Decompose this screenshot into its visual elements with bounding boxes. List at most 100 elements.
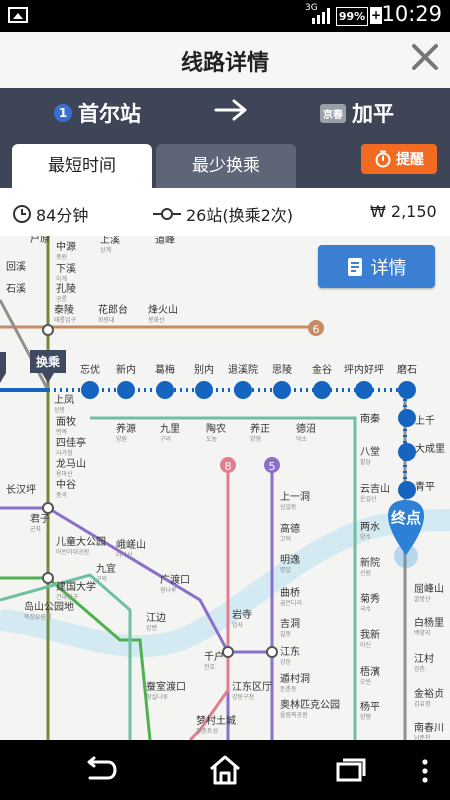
route-station-dot[interactable] xyxy=(398,443,416,461)
station-label[interactable]: 四佳亭 xyxy=(56,436,86,449)
station-label[interactable]: 屈峰山 xyxy=(414,583,444,595)
departure-station: 1 首尔站 xyxy=(54,98,141,128)
route-station-label: 思陵 xyxy=(272,364,292,376)
station-label[interactable]: 中源 xyxy=(56,240,76,253)
station-label[interactable]: 养源 xyxy=(116,422,136,435)
station-label[interactable]: 杨平 xyxy=(360,700,380,713)
station-label[interactable]: 奥林匹克公园 xyxy=(280,698,340,711)
station-label[interactable]: 两水 xyxy=(360,521,380,533)
station-label[interactable]: 下溪 xyxy=(56,263,76,275)
route-station-dot[interactable] xyxy=(398,481,416,499)
route-map-canvas[interactable]: 6 8 5 忘优 新内 葛梅 别内 退溪院 思陵 金谷 坪内好坪 磨石 户原中源중원 下溪하계孔陵공… xyxy=(0,236,450,740)
station-label[interactable]: 岩寺 xyxy=(232,608,252,621)
document-icon xyxy=(347,257,362,276)
station-label[interactable]: 新院 xyxy=(360,556,380,569)
station-sublabel: 상일동 xyxy=(280,503,297,511)
route-station-dot[interactable] xyxy=(398,381,416,399)
route-station-label: 退溪院 xyxy=(228,363,258,376)
detail-button[interactable]: 详情 xyxy=(318,245,435,288)
station-label[interactable]: 石溪 xyxy=(6,283,26,295)
station-label[interactable]: 九宜 xyxy=(96,562,116,575)
station-sublabel: 태릉입구 xyxy=(54,316,77,324)
station-label[interactable]: 面牧 xyxy=(56,415,76,428)
line-5-label: 5 xyxy=(269,460,276,473)
station-label[interactable]: 高德 xyxy=(280,522,300,535)
station-label[interactable]: 梦村土城 xyxy=(196,714,236,727)
route-station-dot[interactable] xyxy=(273,381,291,399)
remind-button[interactable]: 提醒 xyxy=(361,144,437,174)
station-label[interactable]: 建国大学 xyxy=(56,580,96,593)
station-label[interactable]: 蚕室渡口 xyxy=(146,680,186,693)
station-label[interactable]: 吉洞 xyxy=(280,618,300,630)
station-label[interactable]: 上凤 xyxy=(54,394,74,406)
station-label[interactable]: 上千 xyxy=(415,415,435,427)
route-station-dot[interactable] xyxy=(156,381,174,399)
station-label[interactable]: 回溪 xyxy=(6,261,26,273)
station-label[interactable]: 君子 xyxy=(30,513,50,525)
station-sublabel: 올림픽공원 xyxy=(280,711,308,719)
station-label[interactable]: 曲桥 xyxy=(280,587,300,599)
station-label[interactable]: 南秦 xyxy=(360,412,380,425)
station-label[interactable]: 岛山公园地 xyxy=(24,600,74,613)
close-icon[interactable] xyxy=(410,42,440,72)
station-label[interactable]: 泰陵 xyxy=(54,303,74,316)
station-label[interactable]: 峨嵯山 xyxy=(116,538,146,551)
route-station-dot[interactable] xyxy=(398,409,416,427)
station-label[interactable]: 上溪 xyxy=(100,236,120,246)
home-icon[interactable] xyxy=(208,754,242,786)
station-label[interactable]: 千户 xyxy=(204,650,224,663)
station-label[interactable]: 云吉山 xyxy=(360,483,390,495)
station-label[interactable]: 龙马山 xyxy=(56,457,86,470)
station-label[interactable]: 中谷 xyxy=(56,478,76,491)
signal-icon xyxy=(312,8,330,24)
station-label[interactable]: 遁村洞 xyxy=(280,672,310,685)
station-label[interactable]: 孔陵 xyxy=(56,283,76,295)
station-label[interactable]: 白杨里 xyxy=(414,616,444,629)
recent-apps-icon[interactable] xyxy=(334,756,366,784)
subway-map[interactable]: 6 8 5 忘优 新内 葛梅 别内 退溪院 思陵 金谷 坪内好坪 磨石 户原 中源 중원 下溪 하계 孔陵 공… xyxy=(0,236,450,740)
station-label[interactable]: 广渡口 xyxy=(160,573,190,586)
station-label[interactable]: 儿童大公园 xyxy=(56,535,106,548)
station-label[interactable]: 我新 xyxy=(360,628,380,641)
station-sublabel: 강촌 xyxy=(414,665,426,673)
line-name-badge: 京春 xyxy=(320,103,346,123)
station-label[interactable]: 九里 xyxy=(160,423,180,435)
route-station-dot[interactable] xyxy=(313,381,331,399)
tab-fewest-transfers[interactable]: 最少换乘 xyxy=(156,144,296,188)
station-label[interactable]: 青平 xyxy=(415,480,435,493)
station-label[interactable]: 八堂 xyxy=(360,446,380,458)
station-sublabel: 화랑대 xyxy=(98,316,115,324)
station-label[interactable]: 南春川 xyxy=(414,721,444,734)
station-label[interactable]: 道峰 xyxy=(155,236,175,246)
station-label[interactable]: 德沼 xyxy=(296,422,316,435)
station-label[interactable]: 户原 xyxy=(30,236,50,245)
station-label[interactable]: 江东 xyxy=(280,645,300,658)
detail-label: 详情 xyxy=(370,257,407,279)
station-sublabel: 양정 xyxy=(250,435,261,443)
station-label[interactable]: 金裕贞 xyxy=(414,687,444,700)
station-label[interactable]: 陶农 xyxy=(206,422,226,435)
app-header: 线路详情 xyxy=(0,32,450,89)
station-label[interactable]: 烽火山 xyxy=(148,303,178,316)
station-label[interactable]: 江东区厅 xyxy=(232,680,272,693)
station-label[interactable]: 江边 xyxy=(146,612,166,624)
route-station-dot[interactable] xyxy=(81,381,99,399)
station-label[interactable]: 明逸 xyxy=(280,554,300,566)
station-sublabel: 굴봉산 xyxy=(414,595,431,603)
menu-icon[interactable] xyxy=(420,758,430,784)
route-station-dot[interactable] xyxy=(117,381,135,399)
station-label[interactable]: 江村 xyxy=(414,652,434,665)
station-label[interactable]: 上一洞 xyxy=(280,491,310,503)
station-label[interactable]: 大成里 xyxy=(415,442,445,455)
route-station-dot[interactable] xyxy=(355,381,373,399)
station-label[interactable]: 梧濱 xyxy=(360,665,380,678)
back-icon[interactable] xyxy=(84,756,118,784)
tab-shortest-time[interactable]: 最短时间 xyxy=(12,144,152,188)
station-sublabel: 하계 xyxy=(56,275,67,283)
station-label[interactable]: 长汉坪 xyxy=(6,483,36,496)
station-label[interactable]: 菊秀 xyxy=(360,593,380,605)
route-station-dot[interactable] xyxy=(234,381,252,399)
route-station-dot[interactable] xyxy=(195,381,213,399)
station-label[interactable]: 花郎台 xyxy=(98,303,128,316)
station-label[interactable]: 养正 xyxy=(250,422,270,435)
